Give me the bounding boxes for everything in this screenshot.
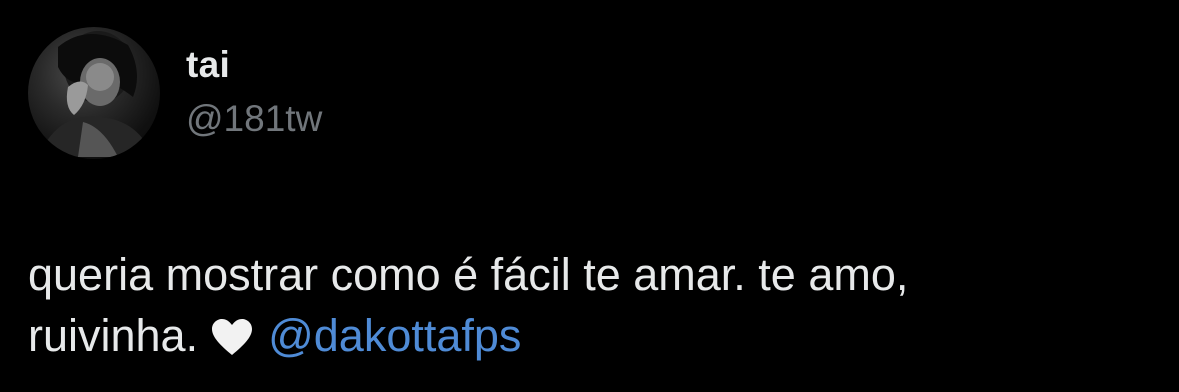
tweet-text-word: ruivinha. xyxy=(28,310,199,361)
tweet-text: queria mostrar como é fácil te amar. te … xyxy=(28,244,1148,372)
avatar[interactable] xyxy=(28,27,160,159)
white-heart-icon xyxy=(210,311,254,372)
author-display-name[interactable]: tai xyxy=(186,44,230,86)
tweet-card: tai @181tw queria mostrar como é fácil t… xyxy=(0,0,1179,392)
avatar-photo-icon xyxy=(38,31,153,157)
tweet-text-line-2: ruivinha. @dakottafps xyxy=(28,305,1148,372)
mention-link[interactable]: @dakottafps xyxy=(268,310,521,361)
author-handle[interactable]: @181tw xyxy=(186,98,322,140)
tweet-text-line-1: queria mostrar como é fácil te amar. te … xyxy=(28,249,909,300)
